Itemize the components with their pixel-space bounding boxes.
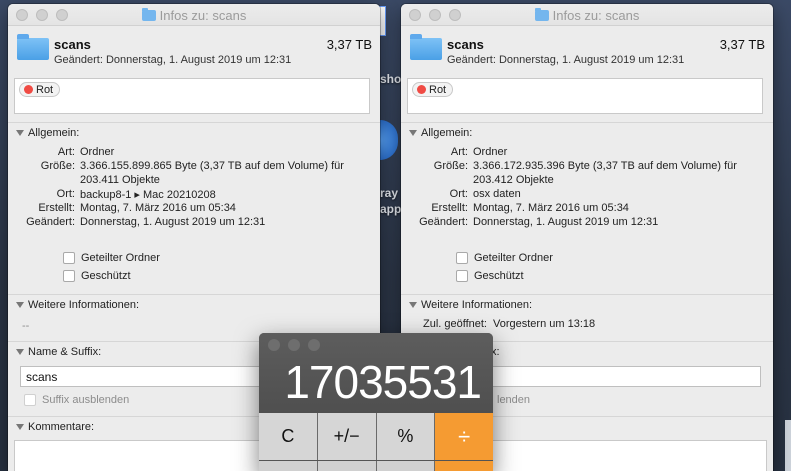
tag-red[interactable]: Rot: [19, 82, 61, 97]
section-general-toggle[interactable]: Allgemein:: [8, 122, 380, 144]
section-general-toggle[interactable]: Allgemein:: [401, 122, 773, 144]
shared-folder-checkbox[interactable]: Geteilter Ordner: [63, 252, 160, 264]
info-row-size: Größe: 3.366.172.935.396 Byte (3,37 TB au…: [433, 160, 737, 172]
folder-icon: [534, 8, 549, 21]
info-row-size: Größe: 3.366.155.899.865 Byte (3,37 TB au…: [40, 160, 344, 172]
window-title: Infos zu: scans: [401, 8, 773, 23]
info-row-size-objects: 203.412 Objekte: [473, 174, 554, 186]
info-row-where: Ort: backup8-1 ▸ Mac 20210208: [56, 188, 216, 201]
zoom-button[interactable]: [308, 339, 320, 351]
screen-edge: [785, 420, 791, 471]
window-controls: [268, 339, 320, 351]
section-more-info-toggle[interactable]: Weitere Informationen:: [8, 294, 380, 316]
info-row-kind: Art: Ordner: [450, 146, 508, 158]
calculator-display: 17035531: [259, 333, 493, 413]
window-title: Infos zu: scans: [8, 8, 380, 23]
tag-red[interactable]: Rot: [412, 82, 454, 97]
disclosure-triangle-icon: [16, 302, 24, 308]
item-header: scans 3,37 TB Geändert: Donnerstag, 1. A…: [401, 26, 773, 70]
checkbox[interactable]: [456, 252, 468, 264]
calculator-window: 17035531 C +/− % ÷: [259, 333, 493, 471]
item-name: scans: [54, 37, 91, 52]
disclosure-triangle-icon: [16, 424, 24, 430]
calculator-keys-row2: [259, 461, 493, 471]
folder-icon: [141, 8, 156, 21]
red-dot-icon: [417, 85, 426, 94]
minimize-button[interactable]: [288, 339, 300, 351]
item-size: 3,37 TB: [719, 37, 765, 52]
info-row-modified: Geändert: Donnerstag, 1. August 2019 um 1…: [419, 216, 659, 228]
folder-icon: [17, 34, 49, 60]
desktop-label-fragment: sho: [380, 72, 402, 86]
checkbox[interactable]: [24, 394, 36, 406]
tags-field[interactable]: Rot: [407, 78, 763, 114]
info-row-where: Ort: osx daten: [449, 188, 521, 200]
negate-button[interactable]: +/−: [317, 413, 376, 460]
folder-icon: [410, 34, 442, 60]
calculator-key[interactable]: [317, 461, 376, 471]
divide-button[interactable]: ÷: [435, 413, 493, 460]
disclosure-triangle-icon: [16, 349, 24, 355]
hide-suffix-checkbox[interactable]: Suffix ausblenden: [24, 394, 129, 406]
calculator-readout: 17035531: [284, 356, 482, 408]
checkbox[interactable]: [456, 270, 468, 282]
item-modified: Geändert: Donnerstag, 1. August 2019 um …: [54, 54, 292, 66]
close-button[interactable]: [268, 339, 280, 351]
item-size: 3,37 TB: [326, 37, 372, 52]
info-row-last-opened: Zul. geöffnet: Vorgestern um 13:18: [422, 318, 596, 330]
more-info-value: --: [22, 320, 30, 332]
calculator-keys: C +/− % ÷: [259, 413, 493, 460]
calculator-key[interactable]: [259, 461, 317, 471]
hide-suffix-checkbox-fragment[interactable]: lenden: [497, 394, 530, 406]
desktop-label-fragment: ray: [380, 186, 399, 200]
tags-field[interactable]: Rot: [14, 78, 370, 114]
locked-checkbox[interactable]: Geschützt: [456, 270, 524, 282]
disclosure-triangle-icon: [409, 130, 417, 136]
disclosure-triangle-icon: [16, 130, 24, 136]
percent-button[interactable]: %: [376, 413, 435, 460]
info-row-created: Erstellt: Montag, 7. März 2016 um 05:34: [38, 202, 236, 214]
item-modified: Geändert: Donnerstag, 1. August 2019 um …: [447, 54, 685, 66]
info-row-created: Erstellt: Montag, 7. März 2016 um 05:34: [431, 202, 629, 214]
disclosure-triangle-icon: [409, 302, 417, 308]
info-row-modified: Geändert: Donnerstag, 1. August 2019 um 1…: [26, 216, 266, 228]
item-header: scans 3,37 TB Geändert: Donnerstag, 1. A…: [8, 26, 380, 70]
clear-button[interactable]: C: [259, 413, 317, 460]
locked-checkbox[interactable]: Geschützt: [63, 270, 131, 282]
calculator-key[interactable]: [376, 461, 435, 471]
checkbox[interactable]: [63, 252, 75, 264]
info-row-kind: Art: Ordner: [57, 146, 115, 158]
titlebar[interactable]: Infos zu: scans: [8, 4, 380, 26]
calculator-key[interactable]: [435, 461, 493, 471]
item-name: scans: [447, 37, 484, 52]
titlebar[interactable]: Infos zu: scans: [401, 4, 773, 26]
desktop-label-fragment: app: [380, 202, 402, 216]
section-more-info-toggle[interactable]: Weitere Informationen:: [401, 294, 773, 316]
shared-folder-checkbox[interactable]: Geteilter Ordner: [456, 252, 553, 264]
info-row-size-objects: 203.411 Objekte: [80, 174, 160, 186]
red-dot-icon: [24, 85, 33, 94]
checkbox[interactable]: [63, 270, 75, 282]
